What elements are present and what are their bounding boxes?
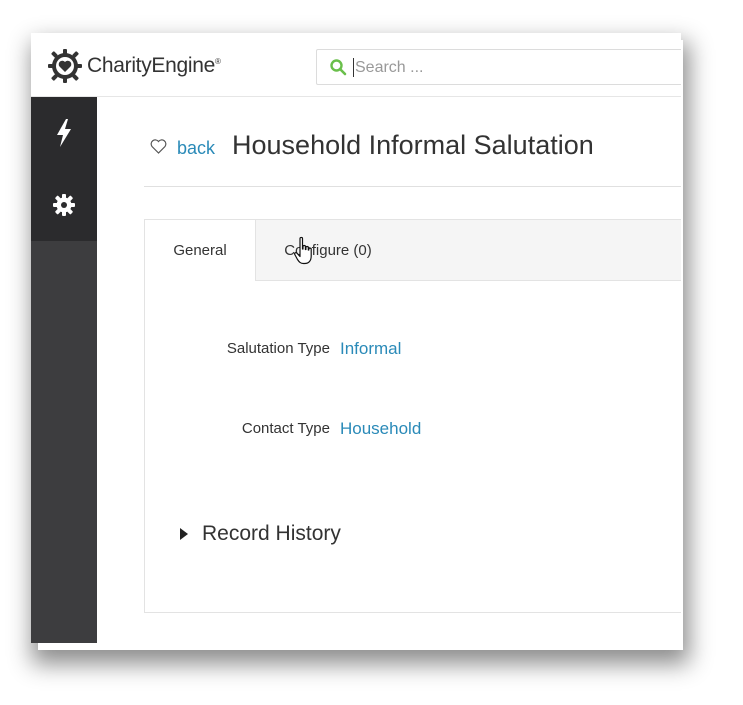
heart-icon[interactable]	[150, 139, 167, 154]
top-header: CharityEngine®	[31, 33, 681, 97]
details-panel: General Configure (0) Salutation Type In…	[144, 219, 681, 613]
registered-mark: ®	[215, 57, 221, 66]
page-title: Household Informal Salutation	[232, 130, 594, 160]
gear-icon	[53, 194, 75, 216]
tab-configure[interactable]: Configure (0)	[256, 220, 400, 281]
caret-right-icon	[180, 528, 188, 540]
logo-text: CharityEngine®	[87, 54, 221, 78]
title-row: back Household Informal Salutation	[150, 130, 594, 161]
sidebar-item-quick-actions[interactable]	[31, 97, 97, 169]
charityengine-logo-icon	[48, 49, 82, 83]
text-caret	[353, 58, 354, 77]
field-label: Contact Type	[241, 420, 330, 437]
search-input[interactable]	[353, 55, 677, 81]
search-box[interactable]	[316, 49, 681, 85]
search-icon	[330, 59, 347, 76]
field-label: Salutation Type	[226, 340, 330, 357]
record-history-toggle[interactable]: Record History	[180, 522, 341, 546]
main-content: back Household Informal Salutation Gener…	[97, 97, 681, 643]
record-history-label: Record History	[202, 522, 341, 545]
back-link[interactable]: back	[177, 138, 215, 159]
field-value: Household	[340, 419, 422, 438]
sidebar	[31, 97, 97, 643]
logo[interactable]: CharityEngine®	[48, 49, 221, 83]
tab-bar: General Configure (0)	[145, 220, 681, 281]
lightning-icon	[57, 119, 71, 147]
title-divider	[144, 186, 681, 187]
field-contact-type: Contact Type Household	[145, 419, 681, 444]
app-window: CharityEngine® Search ... back Household…	[31, 33, 681, 643]
sidebar-item-settings[interactable]	[31, 169, 97, 241]
field-salutation-type: Salutation Type Informal	[145, 339, 681, 364]
field-value: Informal	[340, 339, 402, 358]
logo-wordmark: CharityEngine	[87, 54, 216, 77]
tab-general[interactable]: General	[145, 220, 256, 281]
hand-cursor-icon	[294, 236, 312, 265]
